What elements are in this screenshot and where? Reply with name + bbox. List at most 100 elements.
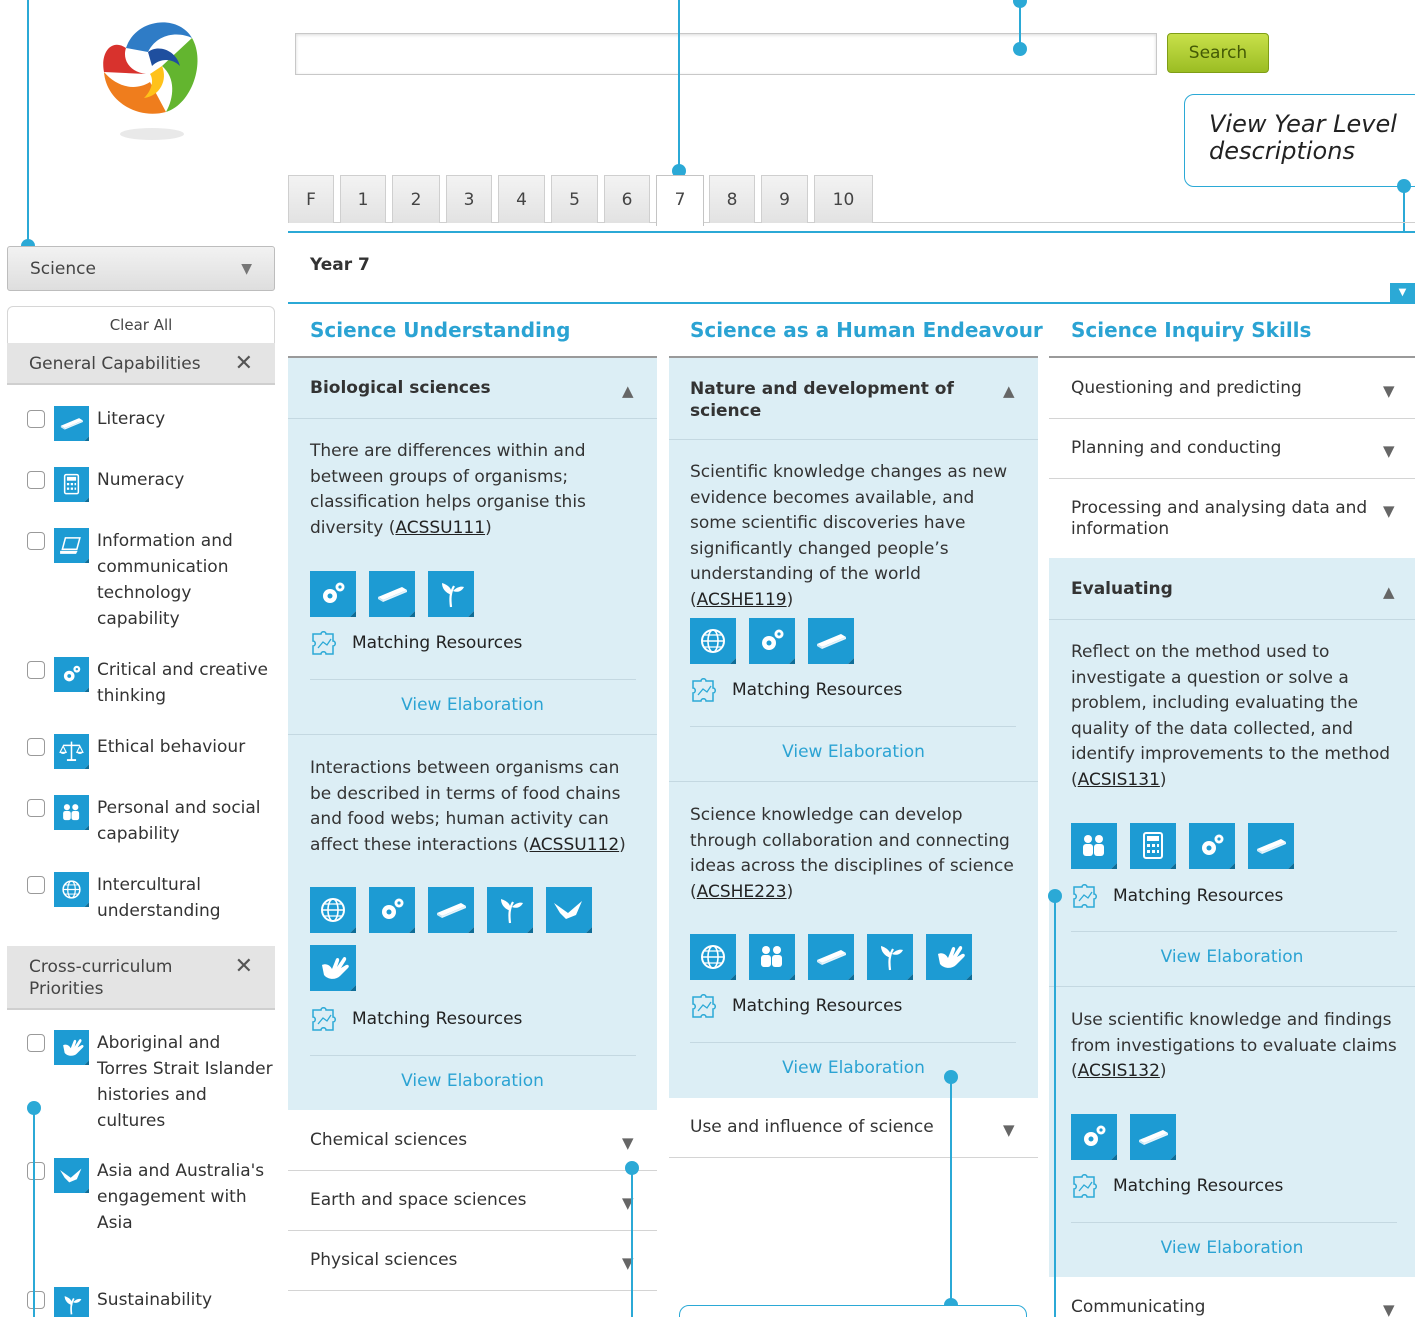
chevron-down-icon[interactable]: ▼ xyxy=(1003,1121,1015,1139)
tab-year-1[interactable]: 1 xyxy=(340,175,386,223)
sustainability-icon[interactable] xyxy=(867,934,913,980)
view-elaboration-link[interactable]: View Elaboration xyxy=(669,1058,1038,1078)
capability-critical-thinking[interactable]: Critical and creative thinking xyxy=(27,657,275,713)
capability-intercultural[interactable]: Intercultural understanding xyxy=(27,872,275,928)
literacy-icon[interactable] xyxy=(808,618,854,664)
search-input[interactable] xyxy=(295,33,1157,75)
intercultural-icon[interactable] xyxy=(690,934,736,980)
checkbox[interactable] xyxy=(27,1034,45,1052)
tab-year-3[interactable]: 3 xyxy=(446,175,492,223)
general-capabilities-header[interactable]: General Capabilities ✕ xyxy=(7,343,275,385)
checkbox[interactable] xyxy=(27,410,45,428)
literacy-icon[interactable] xyxy=(369,571,415,617)
matching-resources-link[interactable]: Matching Resources xyxy=(310,630,522,656)
literacy-icon[interactable] xyxy=(1248,823,1294,869)
aboriginal-icon[interactable] xyxy=(310,945,356,991)
personal-social-icon[interactable] xyxy=(749,934,795,980)
literacy-icon[interactable] xyxy=(1130,1114,1176,1160)
section-header-earth-space[interactable]: Earth and space sciences xyxy=(310,1190,526,1210)
section-header-use-influence[interactable]: Use and influence of science xyxy=(690,1117,934,1137)
search-button[interactable]: Search xyxy=(1167,33,1269,73)
capability-literacy[interactable]: Literacy xyxy=(27,406,275,446)
section-header-physical[interactable]: Physical sciences xyxy=(310,1250,457,1270)
chevron-down-icon[interactable]: ▼ xyxy=(1383,1301,1395,1317)
section-header-planning[interactable]: Planning and conducting xyxy=(1071,438,1281,458)
section-header-evaluating[interactable]: Evaluating xyxy=(1071,579,1173,599)
critical-thinking-icon[interactable] xyxy=(310,571,356,617)
view-elaboration-link[interactable]: View Elaboration xyxy=(1049,947,1415,967)
tab-year-6[interactable]: 6 xyxy=(604,175,650,223)
content-code-link[interactable]: ACSIS132 xyxy=(1078,1061,1160,1081)
content-code-link[interactable]: ACSHE119 xyxy=(697,590,787,610)
section-header-questioning[interactable]: Questioning and predicting xyxy=(1071,378,1302,398)
checkbox[interactable] xyxy=(27,532,45,550)
chevron-up-icon[interactable]: ▲ xyxy=(1383,583,1395,601)
cross-curriculum-header[interactable]: Cross-curriculum Priorities ✕ xyxy=(7,946,275,1010)
chevron-down-icon[interactable]: ▼ xyxy=(622,1134,634,1152)
view-elaboration-link[interactable]: View Elaboration xyxy=(1049,1238,1415,1258)
subject-select[interactable]: Science ▼ xyxy=(7,246,275,291)
view-elaboration-link[interactable]: View Elaboration xyxy=(288,1071,657,1091)
literacy-icon[interactable] xyxy=(808,934,854,980)
content-code-link[interactable]: ACSSU112 xyxy=(529,835,619,855)
numeracy-icon[interactable] xyxy=(1130,823,1176,869)
asia-icon[interactable] xyxy=(546,887,592,933)
tab-year-2[interactable]: 2 xyxy=(392,175,440,223)
matching-resources-link[interactable]: Matching Resources xyxy=(690,677,902,703)
tab-year-f[interactable]: F xyxy=(288,175,334,223)
intercultural-icon[interactable] xyxy=(690,618,736,664)
checkbox[interactable] xyxy=(27,799,45,817)
tab-year-5[interactable]: 5 xyxy=(551,175,598,223)
chevron-down-icon[interactable]: ▼ xyxy=(1383,442,1395,460)
priority-asia[interactable]: Asia and Australia's engagement with Asi… xyxy=(27,1158,275,1268)
checkbox[interactable] xyxy=(27,1291,45,1309)
year-description-toggle[interactable]: ▼ xyxy=(1390,283,1415,304)
chevron-down-icon[interactable]: ▼ xyxy=(1383,382,1395,400)
section-header-nature[interactable]: Nature and development of science xyxy=(690,378,960,422)
close-icon[interactable]: ✕ xyxy=(235,353,253,375)
section-header-chemical[interactable]: Chemical sciences xyxy=(310,1130,467,1150)
sustainability-icon[interactable] xyxy=(428,571,474,617)
critical-thinking-icon[interactable] xyxy=(1071,1114,1117,1160)
chevron-up-icon[interactable]: ▲ xyxy=(622,382,634,400)
chevron-up-icon[interactable]: ▲ xyxy=(1003,382,1015,400)
clear-all-button[interactable]: Clear All xyxy=(7,306,275,344)
literacy-icon[interactable] xyxy=(428,887,474,933)
tab-year-9[interactable]: 9 xyxy=(761,175,808,223)
checkbox[interactable] xyxy=(27,876,45,894)
capability-personal-social[interactable]: Personal and social capability xyxy=(27,795,275,851)
content-code-link[interactable]: ACSHE223 xyxy=(697,882,787,902)
capability-ethical[interactable]: Ethical behaviour xyxy=(27,734,275,774)
tab-year-7[interactable]: 7 xyxy=(656,175,704,226)
section-header-biological[interactable]: Biological sciences xyxy=(310,378,491,398)
intercultural-icon[interactable] xyxy=(310,887,356,933)
priority-sustainability[interactable]: Sustainability xyxy=(27,1287,275,1317)
checkbox[interactable] xyxy=(27,661,45,679)
content-code-link[interactable]: ACSIS131 xyxy=(1078,770,1160,790)
view-elaboration-link[interactable]: View Elaboration xyxy=(288,695,657,715)
view-elaboration-link[interactable]: View Elaboration xyxy=(669,742,1038,762)
matching-resources-link[interactable]: Matching Resources xyxy=(1071,883,1283,909)
matching-resources-link[interactable]: Matching Resources xyxy=(690,993,902,1019)
personal-social-icon[interactable] xyxy=(1071,823,1117,869)
section-header-communicating[interactable]: Communicating xyxy=(1071,1297,1205,1317)
tab-year-8[interactable]: 8 xyxy=(709,175,755,223)
checkbox[interactable] xyxy=(27,1162,45,1180)
matching-resources-link[interactable]: Matching Resources xyxy=(310,1006,522,1032)
priority-aboriginal[interactable]: Aboriginal and Torres Strait Islander hi… xyxy=(27,1030,275,1140)
chevron-down-icon[interactable]: ▼ xyxy=(1383,502,1395,520)
checkbox[interactable] xyxy=(27,738,45,756)
content-code-link[interactable]: ACSSU111 xyxy=(395,518,485,538)
aboriginal-icon[interactable] xyxy=(926,934,972,980)
section-header-processing[interactable]: Processing and analysing data and inform… xyxy=(1071,498,1371,540)
matching-resources-link[interactable]: Matching Resources xyxy=(1071,1173,1283,1199)
critical-thinking-icon[interactable] xyxy=(1189,823,1235,869)
tab-year-4[interactable]: 4 xyxy=(498,175,545,223)
critical-thinking-icon[interactable] xyxy=(749,618,795,664)
tab-year-10[interactable]: 10 xyxy=(814,175,873,223)
critical-thinking-icon[interactable] xyxy=(369,887,415,933)
capability-numeracy[interactable]: Numeracy xyxy=(27,467,275,507)
capability-ict[interactable]: Information and communication technology… xyxy=(27,528,275,638)
close-icon[interactable]: ✕ xyxy=(235,956,253,978)
checkbox[interactable] xyxy=(27,471,45,489)
